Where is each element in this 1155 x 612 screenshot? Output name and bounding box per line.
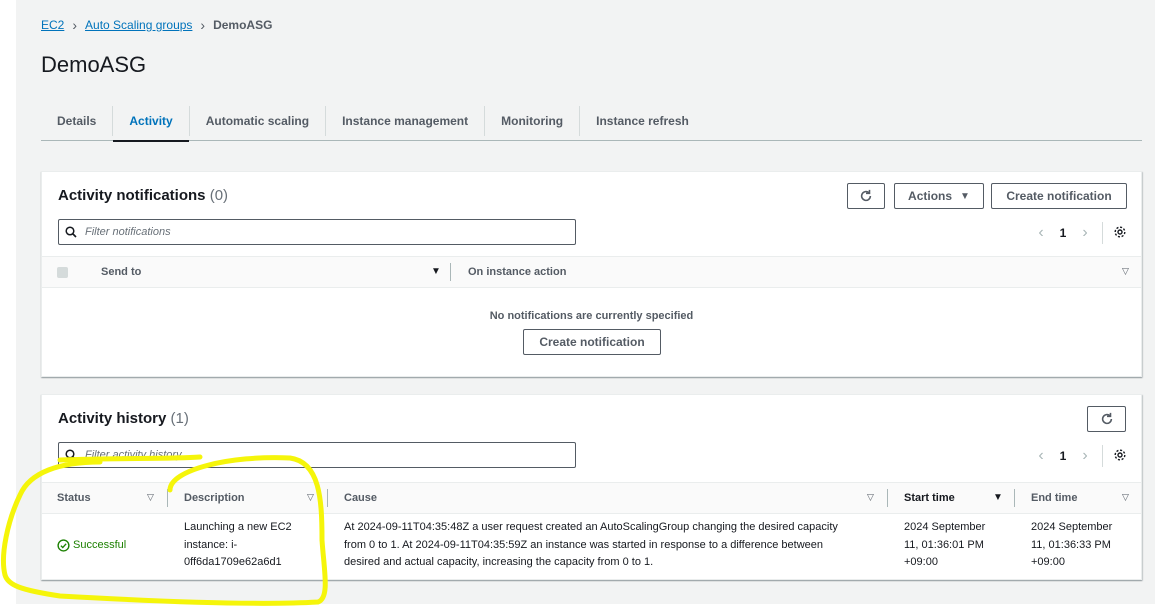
column-separator <box>327 489 328 507</box>
chevron-right-icon: › <box>72 17 78 33</box>
cause-line: from 0 to 1. At 2024-09-11T04:35:59Z an … <box>344 538 823 551</box>
checkbox-icon[interactable] <box>57 267 68 278</box>
refresh-history-button[interactable] <box>1087 406 1126 432</box>
description-line: instance: i- <box>184 538 238 551</box>
tab-automatic-scaling[interactable]: Automatic scaling <box>190 105 327 136</box>
start-time-line: 2024 September <box>904 521 986 533</box>
col-description[interactable]: Description <box>184 492 245 504</box>
gear-icon[interactable] <box>1109 448 1131 465</box>
history-table-header: Status ▽ Description ▽ Cause ▽ Start tim… <box>42 482 1141 514</box>
sort-caret-icon[interactable]: ▽ <box>307 492 314 503</box>
end-time-line: 11, 01:36:33 PM <box>1031 538 1111 551</box>
activity-notifications-panel: Activity notifications (0) Actions ▼ Cre… <box>41 171 1142 377</box>
history-count: (1) <box>170 410 189 427</box>
col-cause[interactable]: Cause <box>344 492 377 504</box>
end-time-line: +09:00 <box>1031 556 1065 568</box>
sort-caret-icon[interactable]: ▽ <box>1122 266 1129 277</box>
history-pagination: ‹ 1 › <box>1030 445 1131 467</box>
notifications-title: Activity notifications <box>58 187 206 204</box>
column-separator <box>450 263 451 281</box>
pager-divider <box>1102 222 1103 244</box>
search-icon <box>65 226 77 238</box>
sort-caret-icon[interactable]: ▼ <box>993 492 1003 503</box>
col-send-to[interactable]: Send to <box>101 266 141 278</box>
success-check-icon <box>57 539 70 552</box>
notifications-count: (0) <box>209 187 229 204</box>
column-separator <box>167 489 168 507</box>
refresh-icon <box>860 189 872 202</box>
start-time-line: 11, 01:36:01 PM <box>904 538 984 551</box>
refresh-notifications-button[interactable] <box>847 183 885 209</box>
angle-right-icon[interactable]: › <box>1074 447 1096 465</box>
notifications-pagination: ‹ 1 › <box>1030 222 1131 244</box>
actions-dropdown-button[interactable]: Actions ▼ <box>894 183 984 209</box>
refresh-icon <box>1101 412 1112 425</box>
col-on-instance-action[interactable]: On instance action <box>468 266 566 278</box>
column-separator <box>887 489 888 507</box>
history-header: Activity history (1) <box>58 410 189 427</box>
actions-label: Actions <box>908 189 953 203</box>
status-text: Successful <box>73 539 127 551</box>
current-page[interactable]: 1 <box>1052 226 1074 240</box>
start-time-line: +09:00 <box>904 556 938 568</box>
column-separator <box>1014 489 1015 507</box>
description-cell: Launching a new EC2 instance: i- 0ff6da1… <box>184 519 292 572</box>
current-page[interactable]: 1 <box>1052 449 1074 463</box>
empty-create-notification-button[interactable]: Create notification <box>523 329 661 355</box>
filter-notifications-field[interactable] <box>58 219 576 245</box>
description-line: 0ff6da1709e62a6d1 <box>184 556 282 568</box>
angle-left-icon[interactable]: ‹ <box>1030 224 1052 242</box>
notifications-header: Activity notifications (0) <box>58 187 228 204</box>
filter-notifications-input[interactable] <box>83 225 563 239</box>
create-notification-button[interactable]: Create notification <box>991 183 1127 209</box>
caret-down-icon: ▼ <box>960 190 970 202</box>
description-line: Launching a new EC2 <box>184 521 292 533</box>
page-title: DemoASG <box>41 52 147 77</box>
end-time-cell: 2024 September 11, 01:36:33 PM +09:00 <box>1031 519 1112 572</box>
tab-bar: Details Activity Automatic scaling Insta… <box>41 101 1142 142</box>
start-time-cell: 2024 September 11, 01:36:01 PM +09:00 <box>904 519 985 572</box>
angle-right-icon[interactable]: › <box>1074 224 1096 242</box>
pager-divider <box>1102 445 1103 467</box>
status-cell: Successful <box>57 537 126 555</box>
tab-instance-management[interactable]: Instance management <box>326 105 486 136</box>
tab-monitoring[interactable]: Monitoring <box>485 105 581 136</box>
col-end-time[interactable]: End time <box>1031 492 1077 504</box>
tab-activity[interactable]: Activity <box>113 105 190 142</box>
tab-instance-refresh[interactable]: Instance refresh <box>580 106 705 136</box>
filter-activity-history-field[interactable] <box>58 442 576 468</box>
empty-state-text: No notifications are currently specified <box>489 310 694 322</box>
angle-left-icon[interactable]: ‹ <box>1030 447 1052 465</box>
notifications-table-header: Send to ▼ On instance action ▽ <box>42 256 1141 288</box>
col-status[interactable]: Status <box>57 492 91 504</box>
sort-caret-icon[interactable]: ▼ <box>431 266 441 277</box>
cause-line: At 2024-09-11T04:35:48Z a user request c… <box>344 521 838 533</box>
sort-caret-icon[interactable]: ▽ <box>1122 492 1129 503</box>
breadcrumb: EC2 › Auto Scaling groups › DemoASG <box>41 17 272 33</box>
activity-history-panel: Activity history (1) ‹ 1 › Status ▽ Des <box>41 394 1142 580</box>
chevron-right-icon: › <box>200 17 206 33</box>
cause-cell: At 2024-09-11T04:35:48Z a user request c… <box>344 519 838 572</box>
filter-activity-history-input[interactable] <box>83 448 563 462</box>
sort-caret-icon[interactable]: ▽ <box>147 492 154 503</box>
col-start-time[interactable]: Start time <box>904 492 955 504</box>
tab-details[interactable]: Details <box>41 105 114 136</box>
breadcrumb-asg-link[interactable]: Auto Scaling groups <box>85 18 192 32</box>
cause-line: desired and actual capacity, increasing … <box>344 556 654 568</box>
end-time-line: 2024 September <box>1031 521 1113 533</box>
breadcrumb-current: DemoASG <box>213 18 273 32</box>
search-icon <box>65 449 77 461</box>
sort-caret-icon[interactable]: ▽ <box>867 492 874 503</box>
breadcrumb-ec2-link[interactable]: EC2 <box>41 18 64 32</box>
gear-icon[interactable] <box>1109 225 1131 242</box>
history-title: Activity history <box>58 410 167 427</box>
